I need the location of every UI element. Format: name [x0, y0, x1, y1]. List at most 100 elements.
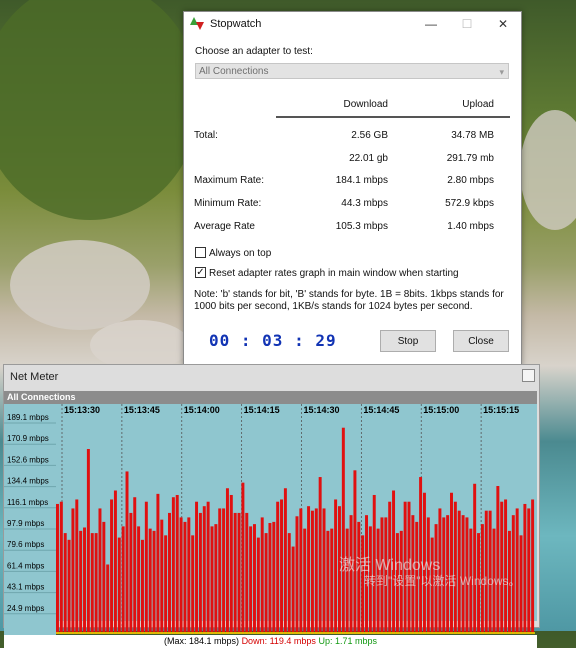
reset-graph-checkbox[interactable]: ✓ — [195, 267, 206, 278]
adapter-select[interactable]: All Connections ▾ — [195, 63, 509, 79]
row-upload: 34.78 MB — [451, 130, 494, 141]
down-rate-bar — [148, 528, 152, 634]
y-tick-label: 116.1 mbps — [7, 498, 48, 507]
down-rate-bar — [156, 493, 160, 634]
down-rate-bar — [272, 521, 276, 634]
down-rate-bar — [241, 482, 245, 634]
netmeter-title: Net Meter — [10, 371, 59, 383]
down-rate-bar — [504, 499, 508, 634]
down-rate-bar — [450, 492, 453, 634]
down-rate-bar — [222, 508, 226, 634]
adapter-select-value: All Connections — [199, 66, 269, 77]
y-tick-label: 189.1 mbps — [7, 413, 49, 422]
down-rate-bar — [245, 512, 249, 634]
row-download: 105.3 mbps — [335, 221, 388, 232]
units-note: Note: 'b' stands for bit, 'B' stands for… — [194, 289, 504, 312]
col-upload-header: Upload — [462, 99, 494, 110]
time-tick-label: 15:15:15 — [483, 405, 519, 415]
row-label: Minimum Rate: — [194, 198, 262, 209]
row-download: 2.56 GB — [351, 130, 388, 141]
row-upload: 291.79 mb — [446, 153, 494, 164]
down-rate-bar — [187, 517, 191, 634]
time-tick-label: 15:14:45 — [363, 405, 399, 415]
graph-title: All Connections — [4, 391, 537, 404]
row-upload: 2.80 mbps — [447, 175, 494, 186]
down-rate-bar — [160, 519, 164, 634]
bandwidth-chart: 189.1 mbps 170.9 mbps 152.6 mbps 134.4 mbps… — [4, 404, 535, 635]
row-label: Maximum Rate: — [194, 175, 265, 186]
down-rate-bar — [322, 508, 326, 634]
down-rate-bar — [299, 508, 303, 634]
down-rate-bar — [287, 533, 291, 634]
down-rate-bar — [125, 471, 129, 634]
footer-down: Down: 119.4 mbps — [241, 636, 316, 646]
down-rate-bar — [171, 497, 175, 634]
graph-footer: (Max: 184.1 mbps) Down: 119.4 mbps Up: 1… — [4, 635, 537, 648]
down-rate-bar — [206, 501, 210, 634]
down-rate-bar — [133, 497, 137, 634]
footer-up: Up: 1.71 mbps — [318, 636, 377, 646]
reset-graph-label: Reset adapter rates graph in main window… — [209, 268, 459, 279]
down-rate-bar — [210, 526, 214, 634]
minimize-button[interactable]: — — [413, 17, 449, 31]
desktop-rock — [10, 240, 150, 330]
netmeter-close-button[interactable] — [522, 369, 535, 382]
down-rate-bar — [86, 449, 90, 634]
down-rate-bar — [229, 494, 233, 634]
down-rate-bar — [144, 501, 148, 634]
down-rate-bar — [334, 499, 338, 634]
down-rate-bar — [330, 528, 334, 634]
down-rate-bar — [195, 501, 199, 634]
y-tick-label: 170.9 mbps — [7, 434, 49, 443]
down-rate-bar — [253, 524, 256, 634]
down-rate-bar — [202, 506, 206, 634]
y-tick-label: 134.4 mbps — [7, 477, 49, 486]
down-rate-bar — [260, 517, 264, 634]
y-tick-label: 61.4 mbps — [7, 561, 44, 570]
down-rate-bar — [249, 526, 253, 634]
down-rate-bar — [357, 521, 361, 634]
bandwidth-graph: All Connections 189.1 mbps 170.9 mbps 152.… — [4, 391, 537, 648]
stopwatch-titlebar[interactable]: Stopwatch — ☐ ✕ — [184, 12, 521, 36]
down-rate-bar — [175, 494, 179, 634]
netmeter-window: Net Meter All Connections 189.1 mbps 170.… — [3, 364, 540, 648]
down-rate-bar — [79, 530, 83, 634]
down-rate-bar — [283, 488, 287, 634]
down-rate-bar — [496, 486, 500, 634]
row-upload: 572.9 kbps — [445, 198, 494, 209]
down-rate-bar — [303, 528, 307, 634]
netmeter-titlebar[interactable]: Net Meter — [4, 365, 539, 389]
close-button[interactable]: Close — [453, 330, 509, 352]
y-tick-label: 152.6 mbps — [7, 455, 49, 464]
row-upload: 1.40 mbps — [447, 221, 494, 232]
down-rate-bar — [63, 533, 67, 634]
down-rate-bar — [527, 508, 531, 634]
down-rate-bar — [295, 516, 299, 634]
down-rate-bar — [113, 490, 117, 634]
stop-button[interactable]: Stop — [380, 330, 436, 352]
row-download: 44.3 mbps — [341, 198, 388, 209]
always-on-top-checkbox[interactable] — [195, 247, 206, 258]
down-rate-bar — [117, 537, 121, 634]
time-tick-label: 15:13:30 — [64, 405, 100, 415]
down-rate-bar — [102, 521, 106, 634]
down-rate-bar — [198, 512, 202, 634]
down-rate-bar — [183, 521, 187, 634]
footer-max: (Max: 184.1 mbps) — [164, 636, 240, 646]
down-rate-bar — [307, 506, 311, 634]
down-rate-bar — [237, 512, 241, 634]
down-rate-bar — [71, 508, 75, 634]
down-rate-bar — [121, 526, 125, 634]
down-rate-bar — [59, 501, 63, 634]
down-rate-bar — [168, 512, 171, 634]
down-rate-bar — [310, 510, 314, 634]
down-rate-bar — [90, 533, 94, 634]
down-rate-bar — [110, 499, 114, 634]
down-rate-bar — [256, 537, 260, 634]
down-rate-bar — [83, 527, 87, 634]
stopwatch-window: Stopwatch — ☐ ✕ Choose an adapter to tes… — [183, 11, 522, 368]
down-rate-bar — [152, 530, 156, 634]
close-window-button[interactable]: ✕ — [485, 17, 521, 31]
col-download-header: Download — [343, 99, 388, 110]
y-tick-label: 97.9 mbps — [7, 519, 44, 528]
